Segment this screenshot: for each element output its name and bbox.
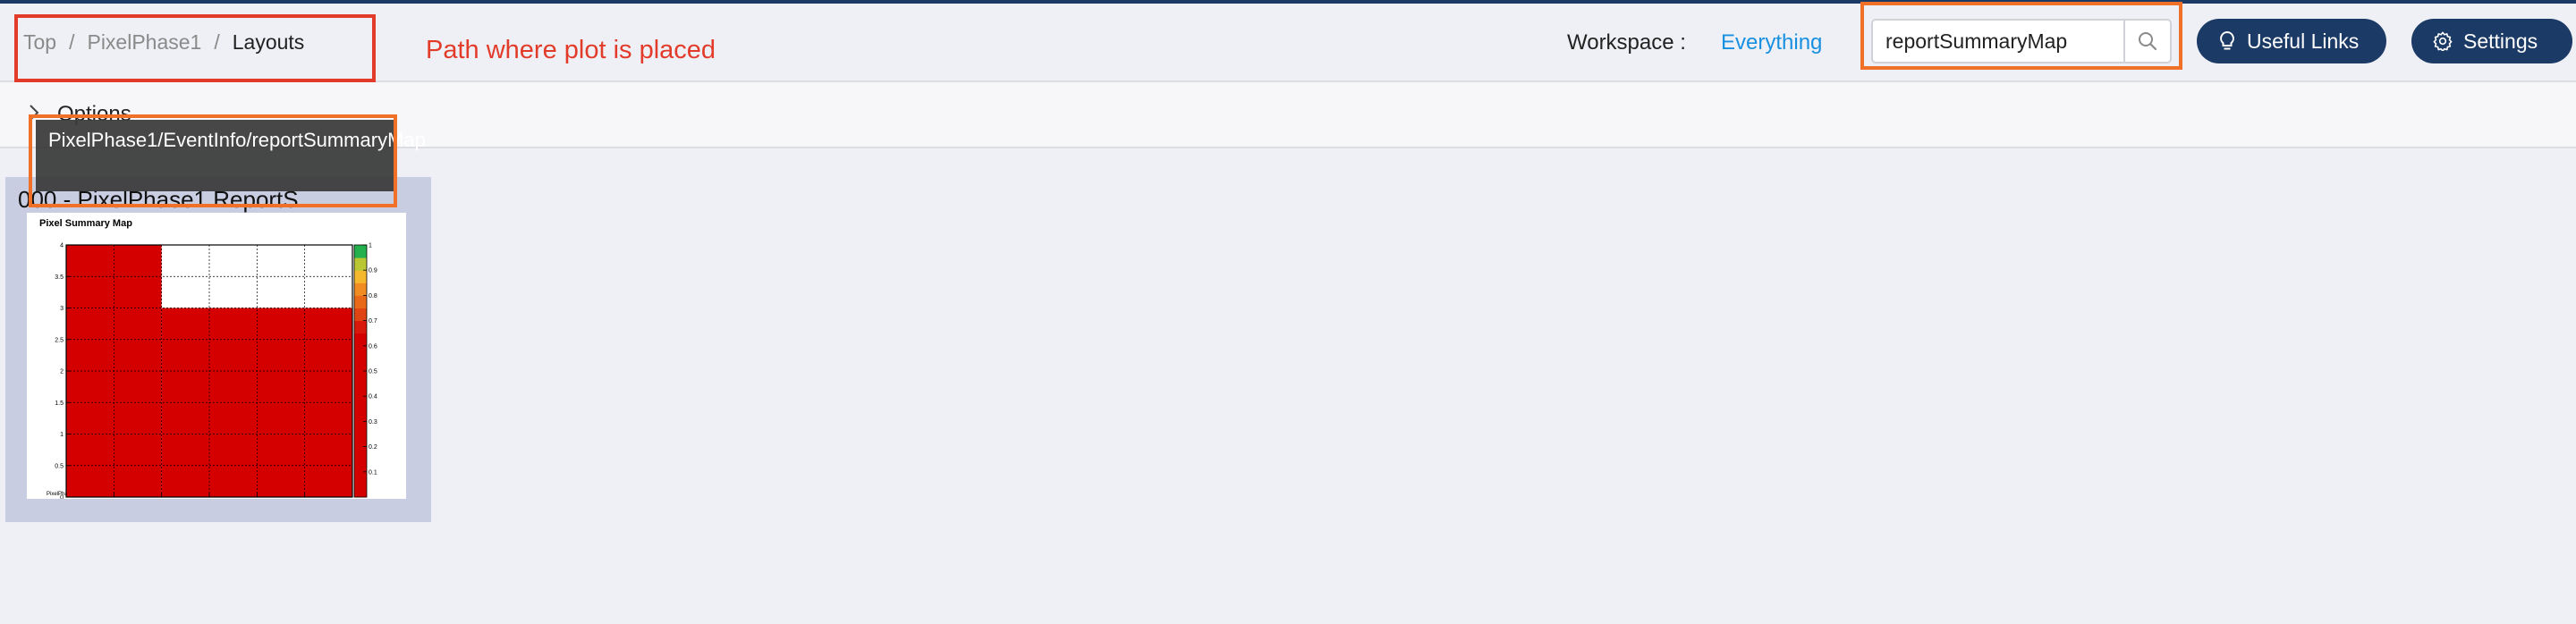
palette-swatch — [354, 459, 367, 473]
palette-swatch — [354, 333, 367, 347]
palette-swatch — [354, 245, 367, 258]
palette-tick-label: 0.4 — [369, 394, 377, 401]
palette-swatch — [354, 396, 367, 409]
palette-swatch — [354, 308, 367, 322]
palette-swatch — [354, 384, 367, 397]
palette-swatch — [354, 471, 367, 485]
gear-icon — [2433, 31, 2453, 51]
palette-swatch — [354, 257, 367, 271]
y-tick-label: 0 — [60, 495, 64, 500]
palette-tick-label: 1 — [369, 243, 372, 249]
workspace-selector[interactable]: Everything — [1721, 30, 1822, 55]
y-tick-label: 4 — [60, 243, 64, 249]
annotation-path-note: Path where plot is placed — [426, 36, 716, 64]
palette-tick-label: 0.9 — [369, 268, 377, 274]
palette-swatch — [354, 270, 367, 283]
palette-tick-label: 0.3 — [369, 419, 377, 426]
y-tick-label: 0.5 — [55, 463, 64, 469]
palette-tick-label: 0.7 — [369, 318, 377, 325]
palette-swatch — [354, 409, 367, 422]
heatmap-chart: Pixel Summary Map PixelPhase1/EventInfo/… — [39, 218, 377, 508]
annotation-box-breadcrumb — [14, 14, 376, 82]
palette-swatch — [354, 421, 367, 434]
useful-links-button[interactable]: Useful Links — [2197, 19, 2386, 63]
palette-swatch — [354, 345, 367, 359]
palette-tick-label: 0.1 — [369, 469, 377, 476]
palette-tick-label: 0.6 — [369, 343, 377, 350]
workspace-label: Workspace : — [1567, 30, 1686, 55]
header: Top / PixelPhase1/Layouts Path where plot … — [0, 2, 2576, 82]
annotation-box-tooltip — [29, 114, 397, 207]
plot-image[interactable]: Pixel Summary Map PixelPhase1/EventInfo/… — [27, 213, 406, 508]
y-tick-label: 3 — [60, 306, 64, 312]
lightbulb-icon — [2220, 30, 2234, 50]
palette-swatch — [354, 484, 367, 498]
palette-swatch — [354, 282, 367, 296]
palette-tick-label: 0.8 — [369, 293, 377, 299]
palette-swatch — [354, 446, 367, 460]
palette-swatch — [354, 320, 367, 334]
useful-links-label: Useful Links — [2247, 29, 2360, 53]
settings-label: Settings — [2463, 29, 2538, 53]
palette-swatch — [354, 295, 367, 308]
settings-button[interactable]: Settings — [2411, 19, 2572, 63]
y-tick-label: 3.5 — [55, 274, 64, 281]
palette-tick-label: 0.5 — [369, 369, 377, 375]
y-tick-label: 2 — [60, 369, 64, 375]
palette-swatch — [354, 358, 367, 372]
chart-title: Pixel Summary Map — [39, 218, 132, 229]
y-tick-label: 1.5 — [55, 401, 64, 407]
annotation-box-search — [1860, 2, 2182, 70]
palette-swatch — [354, 371, 367, 384]
y-tick-label: 1 — [60, 432, 64, 438]
palette-tick-label: 0.2 — [369, 444, 377, 451]
y-tick-label: 2.5 — [55, 337, 64, 343]
palette-swatch — [354, 434, 367, 448]
